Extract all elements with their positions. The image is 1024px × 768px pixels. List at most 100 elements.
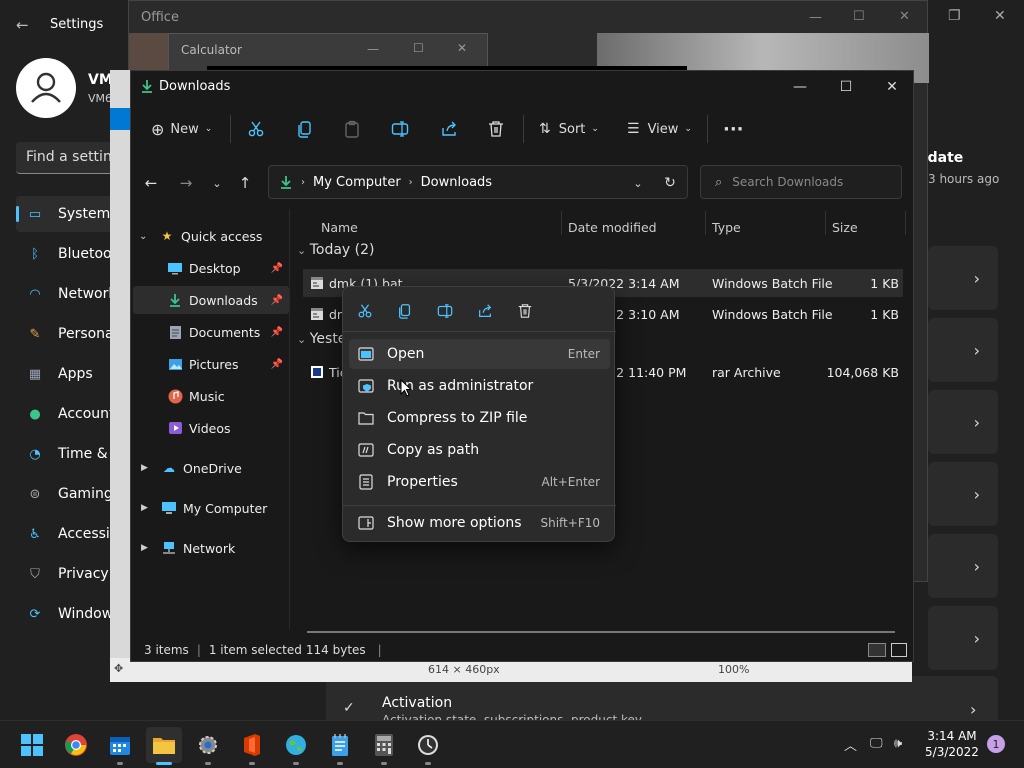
close-icon[interactable]: ✕ xyxy=(994,8,1006,24)
column-divider[interactable] xyxy=(705,211,706,235)
avatar[interactable] xyxy=(16,58,76,118)
notification-badge[interactable]: 1 xyxy=(987,735,1005,753)
column-divider[interactable] xyxy=(905,211,906,235)
display-tray-icon[interactable]: 🖵 xyxy=(870,736,883,751)
context-menu-label: Compress to ZIP file xyxy=(387,410,528,426)
column-header-type[interactable]: Type xyxy=(712,215,741,239)
context-menu-item[interactable]: Open Enter xyxy=(349,339,610,369)
address-history-button[interactable]: ⌄ xyxy=(628,173,648,193)
up-button[interactable]: ↑ xyxy=(235,173,255,193)
nav-network[interactable]: ▶ Network xyxy=(135,534,291,562)
move-icon[interactable]: ✥ xyxy=(114,662,123,675)
breadcrumb-my-computer[interactable]: My Computer xyxy=(313,175,401,190)
search-icon: ⌕ xyxy=(715,174,723,190)
pin-icon: 📌 xyxy=(270,326,283,338)
pane-divider[interactable] xyxy=(289,209,290,629)
settings-card[interactable]: › xyxy=(928,534,998,598)
share-button[interactable] xyxy=(440,109,458,149)
back-arrow-icon[interactable]: ← xyxy=(16,16,29,34)
rename-button[interactable] xyxy=(425,297,465,325)
close-icon[interactable]: ✕ xyxy=(457,41,467,55)
taskbar-file-explorer[interactable] xyxy=(146,727,182,765)
trash-icon xyxy=(489,121,503,137)
forward-button[interactable]: → xyxy=(176,173,196,193)
nav-my-computer[interactable]: ▶ My Computer xyxy=(135,494,291,522)
more-options-button[interactable]: ··· xyxy=(723,109,744,149)
delete-button[interactable] xyxy=(487,109,505,149)
chevron-up-icon[interactable]: ︿ xyxy=(844,735,857,754)
minimize-icon[interactable]: — xyxy=(809,10,822,25)
copy-button[interactable] xyxy=(385,297,425,325)
breadcrumb-downloads[interactable]: Downloads xyxy=(421,175,492,190)
nav-item-videos[interactable]: Videos xyxy=(133,414,289,442)
batch-file-icon xyxy=(310,307,324,321)
details-view-icon[interactable] xyxy=(868,643,886,657)
file-group-header[interactable]: ⌄ Today (2) xyxy=(297,242,375,258)
minimize-icon[interactable]: — xyxy=(367,42,379,56)
settings-card[interactable]: › xyxy=(928,318,998,382)
settings-card[interactable]: › xyxy=(928,390,998,454)
nav-item-documents[interactable]: Documents 📌 xyxy=(133,318,289,346)
column-header-date[interactable]: Date modified xyxy=(568,215,657,239)
context-menu-item[interactable]: Properties Alt+Enter xyxy=(349,467,610,497)
context-menu-item[interactable]: Show more options Shift+F10 xyxy=(349,508,610,538)
maximize-icon[interactable]: ☐ xyxy=(853,9,865,24)
view-button[interactable]: ☰ View ⌄ xyxy=(627,109,692,149)
maximize-icon[interactable]: ☐ xyxy=(413,41,424,55)
delete-button[interactable] xyxy=(505,297,545,325)
taskbar-office[interactable] xyxy=(234,727,270,765)
recent-locations-button[interactable]: ⌄ xyxy=(207,173,227,193)
sort-button[interactable]: ⇅ Sort ⌄ xyxy=(539,109,599,149)
context-menu-item[interactable]: Copy as path xyxy=(349,435,610,465)
trash-icon xyxy=(518,304,532,318)
share-button[interactable] xyxy=(465,297,505,325)
system-clock[interactable]: 3:14 AM 5/3/2022 xyxy=(920,728,984,760)
document-icon xyxy=(167,324,183,340)
taskbar-calculator[interactable] xyxy=(366,727,402,765)
nav-item-downloads[interactable]: Downloads 📌 xyxy=(133,286,289,314)
taskbar-browser[interactable] xyxy=(278,727,314,765)
copy-button[interactable] xyxy=(296,109,314,149)
rename-button[interactable] xyxy=(391,109,409,149)
column-header-name[interactable]: Name xyxy=(321,215,358,239)
volume-icon[interactable]: 🕪 xyxy=(894,736,902,751)
settings-nav-label: Gaming xyxy=(58,486,113,502)
maximize-button[interactable]: ☐ xyxy=(823,77,869,97)
column-divider[interactable] xyxy=(561,211,562,235)
cut-button[interactable] xyxy=(345,297,385,325)
taskbar-settings[interactable] xyxy=(190,727,226,765)
horizontal-scrollbar[interactable] xyxy=(307,631,895,633)
context-menu-item[interactable]: Compress to ZIP file xyxy=(349,403,610,433)
address-bar[interactable]: › My Computer › Downloads xyxy=(268,165,688,199)
close-button[interactable]: ✕ xyxy=(869,77,915,97)
nav-item-desktop[interactable]: Desktop 📌 xyxy=(133,254,289,282)
column-divider[interactable] xyxy=(825,211,826,235)
refresh-button[interactable]: ↻ xyxy=(660,173,680,193)
context-menu-item[interactable]: Run as administrator xyxy=(349,371,610,401)
paste-button[interactable] xyxy=(343,109,361,149)
column-header-size[interactable]: Size xyxy=(832,215,858,239)
taskbar-notepad[interactable] xyxy=(322,727,358,765)
activation-title: Activation xyxy=(382,695,453,711)
taskbar-calendar[interactable] xyxy=(102,727,138,765)
accessibility-icon: ♿ xyxy=(29,526,41,542)
nav-onedrive[interactable]: ▶ ☁ OneDrive xyxy=(135,454,291,482)
nav-quick-access[interactable]: ⌄ ★ Quick access xyxy=(135,222,291,250)
taskbar-clock-app[interactable] xyxy=(410,727,446,765)
nav-item-music[interactable]: Music xyxy=(133,382,289,410)
cut-button[interactable] xyxy=(247,109,265,149)
restore-icon[interactable]: ❐ xyxy=(948,8,961,24)
tiles-view-icon[interactable] xyxy=(891,643,907,657)
nav-item-pictures[interactable]: Pictures 📌 xyxy=(133,350,289,378)
minimize-button[interactable]: — xyxy=(777,77,823,97)
search-input[interactable]: ⌕ Search Downloads xyxy=(700,165,902,199)
chevron-down-icon: ⌄ xyxy=(212,176,222,190)
settings-card[interactable]: › xyxy=(928,606,998,670)
start-button[interactable] xyxy=(14,727,50,763)
close-icon[interactable]: ✕ xyxy=(899,9,910,24)
settings-card[interactable]: › xyxy=(928,462,998,526)
back-button[interactable]: ← xyxy=(141,173,161,193)
settings-card[interactable]: › xyxy=(928,246,998,310)
taskbar-chrome[interactable] xyxy=(58,727,94,763)
new-button[interactable]: ⊕ New ⌄ xyxy=(151,109,212,149)
